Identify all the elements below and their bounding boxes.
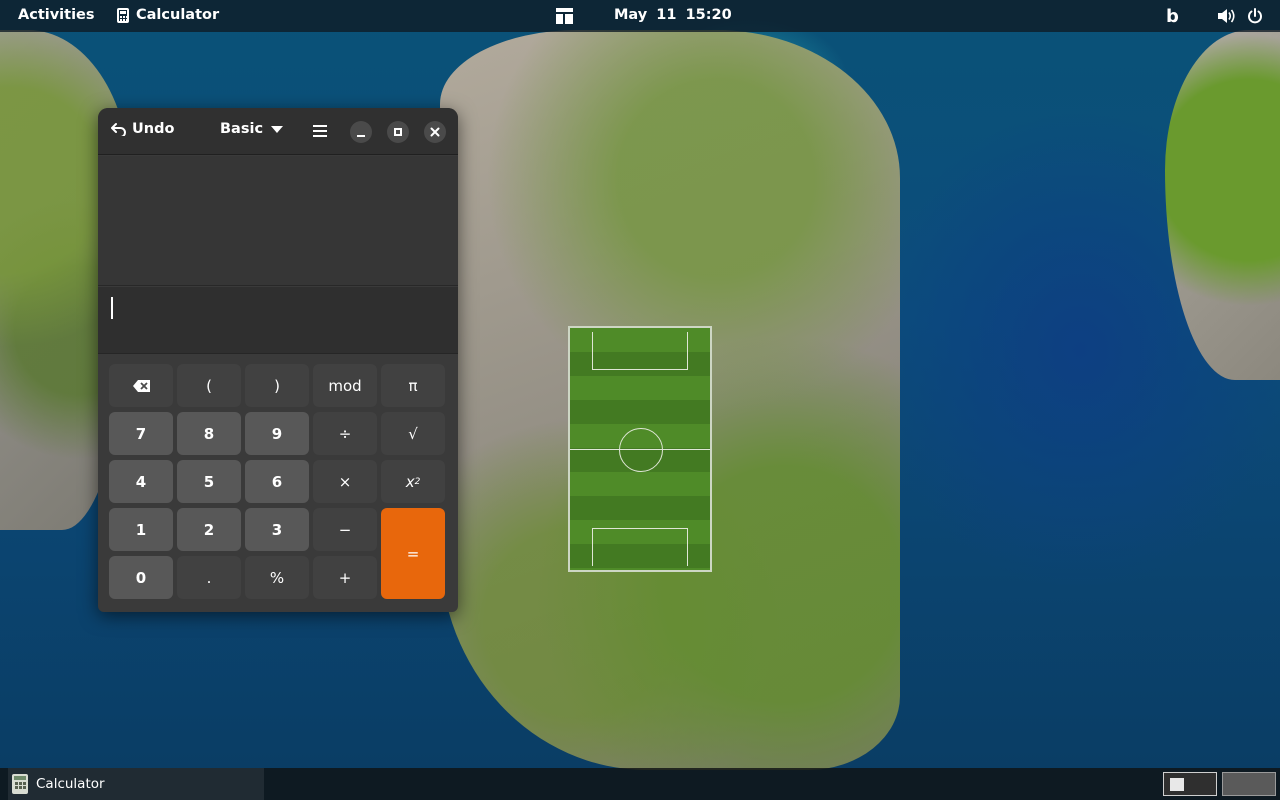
bing-icon[interactable]: b	[1166, 6, 1179, 27]
digit-2-key[interactable]: 2	[177, 508, 241, 551]
wallpaper-football-pitch	[568, 326, 712, 572]
square-key[interactable]: x2	[381, 460, 445, 503]
calculator-icon	[117, 7, 129, 23]
header-bar: Undo Basic	[98, 108, 458, 155]
percent-key[interactable]: %	[245, 556, 309, 599]
clock-date: May 11	[614, 7, 677, 23]
decimal-point-key[interactable]: .	[177, 556, 241, 599]
open-paren-key[interactable]: (	[177, 364, 241, 407]
digit-1-key[interactable]: 1	[109, 508, 173, 551]
multiply-key[interactable]: ×	[313, 460, 377, 503]
digit-5-key[interactable]: 5	[177, 460, 241, 503]
sqrt-key[interactable]: √	[381, 412, 445, 455]
equals-key[interactable]: =	[381, 508, 445, 599]
calculator-app-icon	[12, 774, 28, 794]
pi-key[interactable]: π	[381, 364, 445, 407]
backspace-icon	[132, 379, 150, 392]
main-menu-button[interactable]	[309, 120, 331, 142]
pitch-box-bottom	[592, 528, 688, 566]
digit-8-key[interactable]: 8	[177, 412, 241, 455]
digit-9-key[interactable]: 9	[245, 412, 309, 455]
keypad: ( ) mod π 7 8 9 ÷ √ 4 5 6 × x2 1 2 3 − =…	[98, 358, 458, 612]
wallpaper-island-right	[1165, 30, 1280, 380]
workspace-window-preview	[1170, 778, 1184, 791]
history-area	[98, 156, 458, 286]
workspace-2-thumbnail[interactable]	[1222, 772, 1276, 796]
undo-label: Undo	[132, 121, 175, 137]
calculator-window: Undo Basic ( ) mod π 7 8 9 ÷ √ 4 5 6 × x…	[98, 108, 458, 612]
close-button[interactable]	[424, 121, 446, 143]
equation-entry[interactable]	[98, 287, 458, 354]
square-key-base: x	[405, 472, 415, 491]
undo-button[interactable]: Undo	[110, 121, 174, 137]
mode-selector[interactable]: Basic	[220, 121, 284, 137]
maximize-button[interactable]	[387, 121, 409, 143]
backspace-key[interactable]	[109, 364, 173, 407]
hamburger-menu-icon	[313, 135, 327, 137]
power-icon[interactable]	[1247, 8, 1263, 24]
volume-icon[interactable]	[1217, 8, 1235, 24]
divide-key[interactable]: ÷	[313, 412, 377, 455]
add-key[interactable]: +	[313, 556, 377, 599]
close-paren-key[interactable]: )	[245, 364, 309, 407]
workspace-overview-icon[interactable]	[556, 8, 573, 24]
pitch-box-top	[592, 332, 688, 370]
hamburger-menu-icon	[313, 125, 327, 127]
activities-button[interactable]: Activities	[18, 7, 95, 23]
digit-3-key[interactable]: 3	[245, 508, 309, 551]
digit-6-key[interactable]: 6	[245, 460, 309, 503]
app-menu[interactable]: Calculator	[117, 7, 219, 23]
taskbar-item-calculator[interactable]: Calculator	[8, 768, 264, 800]
close-icon	[430, 127, 440, 137]
taskbar-item-label: Calculator	[36, 776, 105, 792]
workspace-1-thumbnail[interactable]	[1163, 772, 1217, 796]
top-bar: Activities Calculator May 11 15:20 b	[0, 0, 1280, 32]
text-cursor	[111, 297, 113, 319]
hamburger-menu-icon	[313, 130, 327, 132]
digit-4-key[interactable]: 4	[109, 460, 173, 503]
digit-7-key[interactable]: 7	[109, 412, 173, 455]
subtract-key[interactable]: −	[313, 508, 377, 551]
caret-down-icon	[271, 126, 284, 133]
minimize-button[interactable]	[350, 121, 372, 143]
mode-label: Basic	[220, 121, 264, 137]
digit-0-key[interactable]: 0	[109, 556, 173, 599]
app-menu-label: Calculator	[136, 7, 220, 23]
undo-icon	[111, 123, 126, 136]
bottom-panel: Calculator	[0, 768, 1280, 800]
clock[interactable]: May 11 15:20	[614, 7, 732, 23]
mod-key[interactable]: mod	[313, 364, 377, 407]
clock-time: 15:20	[685, 7, 732, 23]
